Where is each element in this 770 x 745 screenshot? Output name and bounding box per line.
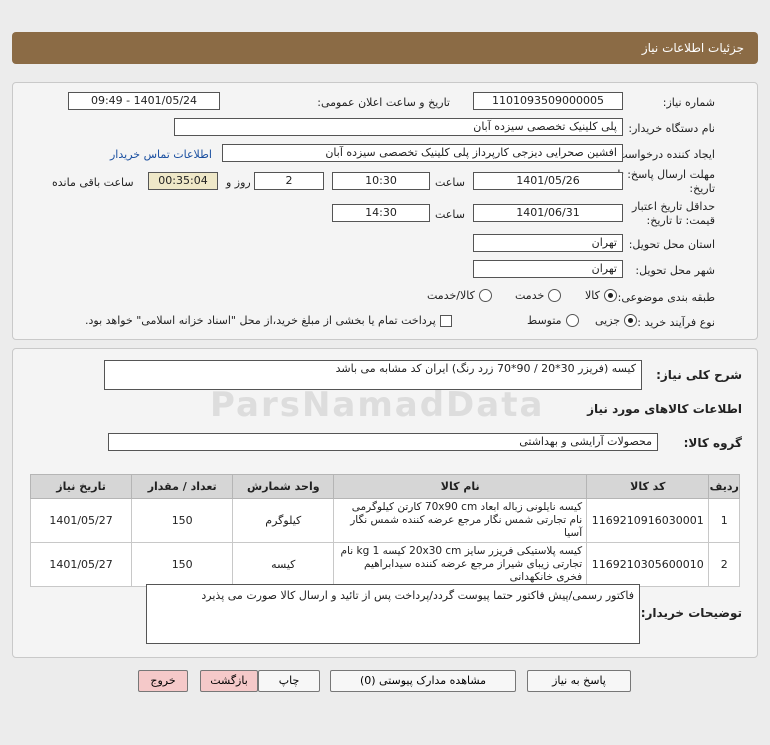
col-index: ردیف	[708, 474, 740, 499]
process-option-label: متوسط	[527, 314, 562, 327]
table-row: 2 1169210305600010 کیسه پلاستیکی فریزر س…	[29, 542, 740, 587]
reply-button[interactable]: پاسخ به نیاز	[527, 670, 631, 692]
exit-button[interactable]: خروج	[138, 670, 188, 692]
radio-icon[interactable]	[548, 289, 562, 302]
row-qty: 150	[131, 498, 234, 543]
validity-time-field: 14:30	[332, 204, 430, 222]
process-option-medium[interactable]: متوسط	[527, 314, 579, 327]
table-header-row: ردیف کد کالا نام کالا واحد شمارش تعداد /…	[29, 474, 740, 499]
announce-label: تاریخ و ساعت اعلان عمومی:	[317, 96, 450, 109]
need-number-label: شماره نیاز:	[662, 96, 715, 109]
col-code: کد کالا	[586, 474, 710, 499]
process-option-minor[interactable]: جزیی	[595, 314, 638, 327]
province-field: تهران	[473, 234, 623, 252]
view-documents-button[interactable]: مشاهده مدارک پیوستی (0)	[330, 670, 516, 692]
row-name: کیسه پلاستیکی فریزر سایز 20x30 cm کیسه 1…	[333, 542, 588, 587]
group-field: محصولات آرایشی و بهداشتی	[108, 433, 658, 451]
row-index: 1	[708, 498, 740, 543]
radio-icon[interactable]	[478, 289, 492, 302]
deadline-label-2: تاریخ:	[689, 182, 715, 195]
days-field: 2	[254, 172, 324, 190]
row-index: 2	[708, 542, 740, 587]
deadline-time-field: 10:30	[332, 172, 430, 190]
group-label: گروه کالا:	[683, 436, 742, 450]
back-button[interactable]: بازگشت	[200, 670, 258, 692]
remaining-label: ساعت باقی مانده	[52, 176, 134, 189]
category-option-label: کالا/خدمت	[427, 289, 475, 302]
radio-icon[interactable]	[565, 314, 579, 327]
deadline-time-label: ساعت	[435, 176, 465, 189]
category-option-goods[interactable]: کالا	[585, 289, 617, 302]
page-header: جزئیات اطلاعات نیاز	[12, 32, 758, 64]
province-label: استان محل تحویل:	[628, 238, 715, 251]
payment-note: پرداخت تمام یا بخشی از مبلغ خرید،از محل …	[85, 314, 436, 327]
row-name: کیسه نایلونی زباله ابعاد 70x90 cm کارتن …	[333, 498, 588, 543]
watermark: ParsNamadData	[210, 385, 545, 425]
radio-icon[interactable]	[624, 314, 638, 327]
remaining-time-field: 00:35:04	[148, 172, 218, 190]
creator-field: افشین صحرایی دیزجی کارپرداز پلی کلینیک ت…	[222, 144, 623, 162]
row-date: 1401/05/27	[29, 542, 133, 587]
deadline-date-field: 1401/05/26	[473, 172, 623, 190]
deadline-label: مهلت ارسال پاسخ: تا	[617, 168, 715, 181]
buyer-notes-label: توضیحات خریدار:	[640, 606, 742, 620]
announce-field: 1401/05/24 - 09:49	[68, 92, 220, 110]
contact-buyer-link[interactable]: اطلاعات تماس خریدار	[110, 148, 212, 161]
row-code: 1169210305600010	[586, 542, 710, 587]
col-unit: واحد شمارش	[232, 474, 335, 499]
days-label: روز و	[226, 176, 251, 189]
row-qty: 150	[131, 542, 234, 587]
category-option-label: خدمت	[515, 289, 545, 302]
city-label: شهر محل تحویل:	[635, 264, 715, 277]
row-unit: کیسه	[232, 542, 335, 587]
goods-table: ردیف کد کالا نام کالا واحد شمارش تعداد /…	[29, 474, 740, 587]
process-label: نوع فرآیند خرید :	[637, 316, 715, 329]
buyer-org-label: نام دستگاه خریدار:	[628, 122, 715, 135]
validity-label-2: قیمت: تا تاریخ:	[646, 214, 715, 227]
col-date: تاریخ نیاز	[29, 474, 133, 499]
col-name: نام کالا	[333, 474, 588, 499]
radio-icon[interactable]	[603, 289, 617, 302]
validity-label: حداقل تاریخ اعتبار	[631, 200, 715, 213]
validity-time-label: ساعت	[435, 208, 465, 221]
buyer-notes-field: فاکتور رسمی/پیش فاکتور حتما پیوست گردد/پ…	[146, 584, 640, 644]
category-option-service[interactable]: خدمت	[515, 289, 562, 302]
buyer-org-field: پلی کلینیک تخصصی سیزده آبان	[174, 118, 623, 136]
col-qty: تعداد / مقدار	[131, 474, 234, 499]
goods-section-title: اطلاعات کالاهای مورد نیاز	[587, 402, 742, 416]
row-code: 1169210916030001	[586, 498, 710, 543]
print-button[interactable]: چاپ	[258, 670, 320, 692]
creator-label: ایجاد کننده درخواست:	[613, 148, 715, 161]
category-option-both[interactable]: کالا/خدمت	[427, 289, 492, 302]
row-unit: کیلوگرم	[232, 498, 335, 543]
category-option-label: کالا	[585, 289, 600, 302]
payment-treasury-option[interactable]: پرداخت تمام یا بخشی از مبلغ خرید،از محل …	[85, 314, 452, 327]
description-field: کیسه (فریزر 30*20 / 90*70 زرد رنگ) ایران…	[104, 360, 642, 390]
row-date: 1401/05/27	[29, 498, 133, 543]
category-label: طبقه بندی موضوعی:	[617, 291, 715, 304]
validity-date-field: 1401/06/31	[473, 204, 623, 222]
page-title: جزئیات اطلاعات نیاز	[641, 41, 744, 55]
city-field: تهران	[473, 260, 623, 278]
checkbox-icon[interactable]	[439, 314, 452, 327]
need-number-field: 1101093509000005	[473, 92, 623, 110]
description-label: شرح کلی نیاز:	[656, 368, 742, 382]
process-option-label: جزیی	[595, 314, 621, 327]
table-row: 1 1169210916030001 کیسه نایلونی زباله اب…	[29, 498, 740, 543]
